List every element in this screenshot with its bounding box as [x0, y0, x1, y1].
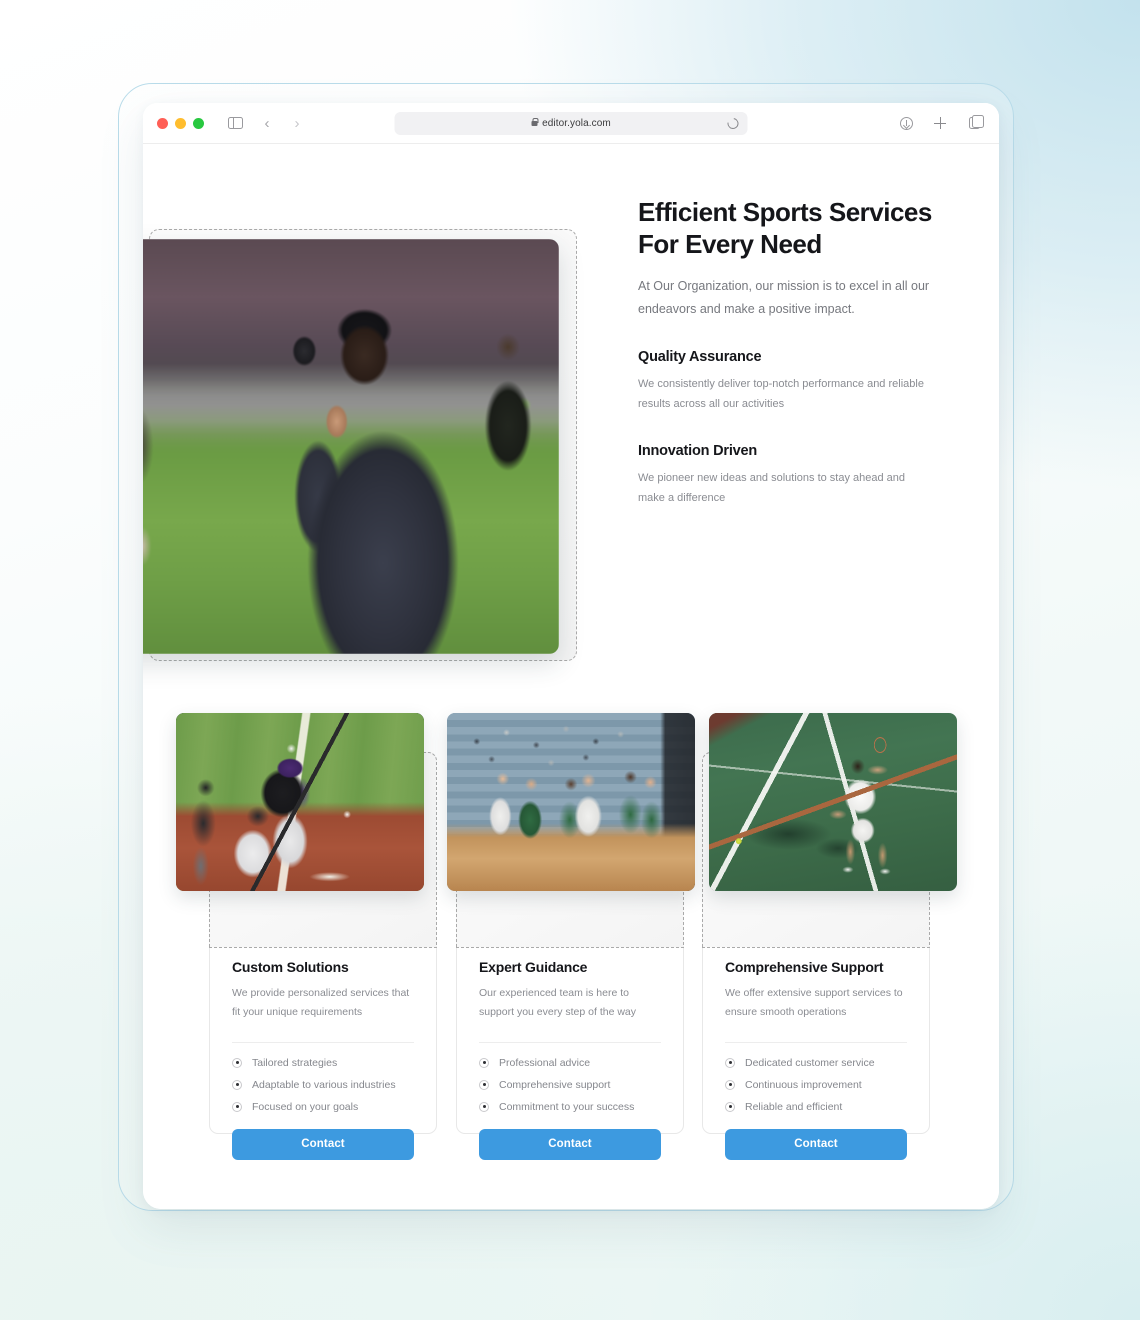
- hero-subtitle: At Our Organization, our mission is to e…: [638, 279, 930, 317]
- back-button[interactable]: ‹: [256, 112, 278, 134]
- forward-button[interactable]: ›: [286, 112, 308, 134]
- football-coach-photo: [143, 239, 559, 654]
- list-item: Continuous improvement: [725, 1079, 907, 1091]
- card-bullet-list: Dedicated customer service Continuous im…: [725, 1057, 907, 1113]
- bullet-label: Adaptable to various industries: [252, 1078, 396, 1091]
- bullet-dot-icon: [479, 1057, 489, 1068]
- reload-icon[interactable]: [725, 115, 741, 131]
- bullet-label: Continuous improvement: [745, 1078, 862, 1091]
- address-bar[interactable]: editor.yola.com: [394, 111, 748, 135]
- tab-overview-icon[interactable]: [963, 112, 985, 134]
- list-item: Tailored strategies: [232, 1057, 414, 1069]
- bullet-dot-icon: [725, 1079, 735, 1090]
- card-image[interactable]: [709, 713, 957, 891]
- contact-button[interactable]: Contact: [725, 1128, 907, 1160]
- minimize-window-button[interactable]: [175, 117, 186, 129]
- bullet-dot-icon: [232, 1057, 242, 1068]
- card-image[interactable]: [176, 713, 424, 891]
- list-item: Dedicated customer service: [725, 1057, 907, 1069]
- bullet-label: Comprehensive support: [499, 1078, 611, 1091]
- bullet-dot-icon: [725, 1057, 735, 1068]
- card-bullet-list: Professional advice Comprehensive suppor…: [479, 1057, 661, 1113]
- list-item: Reliable and efficient: [725, 1101, 907, 1113]
- bullet-label: Focused on your goals: [252, 1100, 359, 1113]
- divider: [479, 1041, 661, 1043]
- service-card: Expert Guidance Our experienced team is …: [447, 713, 695, 1160]
- close-window-button[interactable]: [157, 117, 168, 129]
- baseball-photo: [176, 713, 424, 891]
- download-icon[interactable]: [895, 112, 917, 134]
- feature-title: Innovation Driven: [638, 442, 758, 459]
- contact-button[interactable]: Contact: [232, 1128, 414, 1160]
- services-card-row: Custom Solutions We provide personalized…: [143, 704, 999, 1164]
- service-card: Custom Solutions We provide personalized…: [176, 713, 437, 1160]
- divider: [725, 1041, 907, 1043]
- card-title: Expert Guidance: [479, 959, 588, 975]
- feature-body: We consistently deliver top-notch perfor…: [638, 377, 924, 411]
- zoom-window-button[interactable]: [193, 117, 204, 129]
- sidebar-toggle-icon[interactable]: [224, 112, 246, 134]
- page-title: Efficient Sports Services For Every Need: [638, 197, 932, 260]
- contact-button[interactable]: Contact: [479, 1128, 661, 1160]
- feature-block-innovation: Innovation Driven We pioneer new ideas a…: [638, 443, 934, 509]
- traffic-lights: [157, 117, 204, 129]
- service-card: Comprehensive Support We offer extensive…: [702, 713, 957, 1160]
- list-item: Comprehensive support: [479, 1079, 661, 1091]
- bullet-dot-icon: [725, 1101, 735, 1112]
- card-image[interactable]: [447, 713, 695, 891]
- plus-icon[interactable]: [929, 112, 951, 134]
- browser-toolbar: ‹ › editor.yola.com: [143, 103, 999, 144]
- feature-block-quality: Quality Assurance We consistently delive…: [638, 349, 934, 415]
- bullet-label: Reliable and efficient: [745, 1100, 843, 1113]
- bullet-dot-icon: [232, 1101, 242, 1112]
- list-item: Professional advice: [479, 1057, 661, 1069]
- feature-title: Quality Assurance: [638, 348, 762, 365]
- tennis-photo: [709, 713, 957, 891]
- card-description: Our experienced team is here to support …: [479, 987, 637, 1019]
- bullet-dot-icon: [479, 1101, 489, 1112]
- browser-window: ‹ › editor.yola.com Efficient Sports Ser…: [143, 103, 999, 1209]
- hero-image[interactable]: [143, 239, 559, 654]
- card-title: Custom Solutions: [232, 959, 349, 975]
- basketball-photo: [447, 713, 695, 891]
- bullet-label: Professional advice: [499, 1056, 591, 1069]
- nav-buttons: ‹ ›: [256, 112, 308, 134]
- url-text: editor.yola.com: [542, 117, 611, 129]
- hero-section: Efficient Sports Services For Every Need…: [143, 144, 999, 664]
- feature-body: We pioneer new ideas and solutions to st…: [638, 471, 906, 504]
- list-item: Adaptable to various industries: [232, 1079, 414, 1091]
- card-bullet-list: Tailored strategies Adaptable to various…: [232, 1057, 414, 1113]
- bullet-dot-icon: [232, 1079, 242, 1090]
- list-item: Commitment to your success: [479, 1101, 661, 1113]
- bullet-label: Dedicated customer service: [745, 1056, 875, 1069]
- lock-icon: [531, 117, 539, 126]
- toolbar-right-actions: [895, 112, 985, 134]
- card-title: Comprehensive Support: [725, 959, 884, 975]
- bullet-dot-icon: [479, 1079, 489, 1090]
- site-canvas: Efficient Sports Services For Every Need…: [143, 144, 999, 1209]
- hero-copy: Efficient Sports Services For Every Need…: [638, 196, 934, 508]
- card-description: We provide personalized services that fi…: [232, 987, 410, 1019]
- list-item: Focused on your goals: [232, 1101, 414, 1113]
- bullet-label: Tailored strategies: [252, 1056, 338, 1069]
- divider: [232, 1041, 414, 1043]
- bullet-label: Commitment to your success: [499, 1100, 635, 1113]
- card-description: We offer extensive support services to e…: [725, 987, 903, 1019]
